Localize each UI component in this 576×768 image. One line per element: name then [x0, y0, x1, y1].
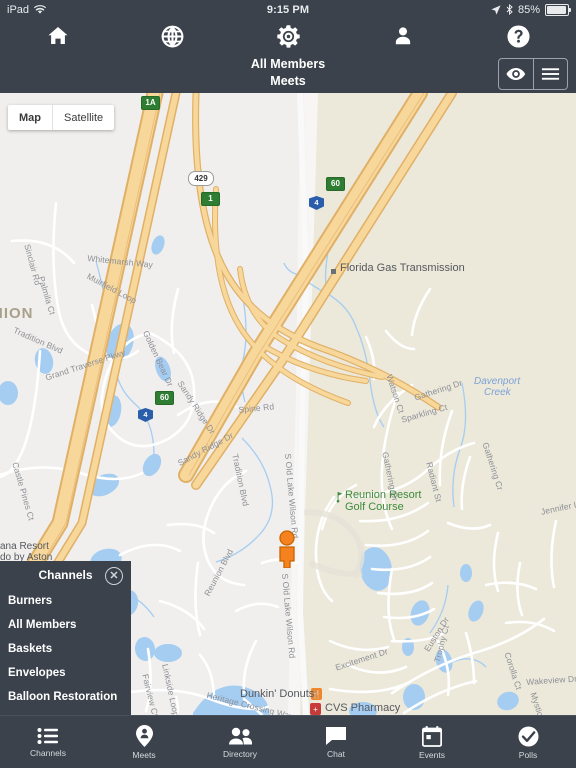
- nav-profile-button[interactable]: [346, 19, 461, 53]
- calendar-icon: [422, 725, 442, 747]
- route-shield-429: 429: [188, 171, 214, 186]
- tab-meets[interactable]: Meets: [96, 716, 192, 768]
- nav-help-button[interactable]: [461, 19, 576, 53]
- people-icon: [228, 727, 252, 744]
- view-toggle-segmented-control: [498, 58, 568, 90]
- tab-label-chat: Chat: [327, 749, 345, 759]
- tab-events[interactable]: Events: [384, 716, 480, 768]
- person-icon: [396, 27, 411, 45]
- pharmacy-icon: +: [310, 703, 321, 715]
- map-type-control: Map Satellite: [8, 105, 115, 130]
- gear-icon: [276, 24, 300, 48]
- channels-panel: Channels ✕ Burners All Members Baskets E…: [0, 561, 131, 715]
- tab-label-polls: Polls: [518, 749, 538, 760]
- nav-web-button[interactable]: [115, 19, 230, 53]
- route-shield-60-north: 60: [326, 177, 345, 191]
- restaurant-icon: 🍴: [311, 688, 322, 700]
- exit-shield-1: 1: [201, 192, 220, 206]
- tab-channels[interactable]: Channels: [0, 716, 96, 768]
- speech-bubble-icon: [326, 727, 346, 745]
- tab-chat[interactable]: Chat: [288, 716, 384, 768]
- visibility-toggle-button[interactable]: [499, 59, 533, 89]
- nav-home-button[interactable]: [0, 19, 115, 53]
- route-shield-60-south: 60: [155, 391, 174, 405]
- channel-item-baskets[interactable]: Baskets: [0, 637, 131, 661]
- page-title-line2: Meets: [270, 74, 306, 88]
- tab-label-meets: Meets: [132, 750, 156, 760]
- map-type-map-button[interactable]: Map: [8, 105, 52, 130]
- list-icon: [37, 728, 58, 744]
- tab-polls[interactable]: Polls: [480, 716, 576, 768]
- bottom-tab-bar: Channels Meets Directory Chat Events Pol…: [0, 715, 576, 768]
- tab-label-directory: Directory: [222, 748, 257, 759]
- check-circle-icon: [518, 726, 538, 746]
- menu-toggle-button[interactable]: [532, 59, 568, 89]
- channel-item-envelopes[interactable]: Envelopes: [0, 661, 131, 685]
- globe-icon: [161, 25, 184, 47]
- battery-icon: [545, 3, 571, 16]
- tab-directory[interactable]: Directory: [192, 716, 288, 768]
- hamburger-icon: [541, 68, 559, 80]
- channels-panel-header: Channels ✕: [0, 561, 131, 589]
- title-bar: All Members Meets: [0, 53, 576, 93]
- battery-percent: 85%: [517, 3, 540, 16]
- location-arrow-icon: [491, 4, 501, 15]
- status-bar: iPad 9:15 PM 85%: [0, 0, 576, 19]
- help-icon: [507, 24, 530, 48]
- channel-item-burners[interactable]: Burners: [0, 589, 131, 613]
- bluetooth-icon: [506, 4, 513, 15]
- channels-panel-title: Channels: [38, 568, 93, 582]
- exit-shield-1a: 1A: [141, 96, 160, 110]
- nav-settings-button[interactable]: [230, 19, 345, 53]
- member-location-marker[interactable]: [275, 530, 299, 568]
- channel-item-all-members[interactable]: All Members: [0, 613, 131, 637]
- tab-label-events: Events: [419, 749, 445, 760]
- eye-icon: [506, 68, 525, 80]
- tab-label-channels: Channels: [30, 748, 66, 758]
- channel-item-balloon-restoration[interactable]: Balloon Restoration: [0, 685, 131, 709]
- top-navigation-bar: [0, 19, 576, 53]
- close-icon[interactable]: ✕: [105, 567, 123, 585]
- golf-icon: [336, 492, 343, 503]
- page-title: All Members Meets: [0, 56, 576, 90]
- page-title-line1: All Members: [250, 57, 326, 71]
- poi-dot-florida-gas: [331, 269, 336, 274]
- map-pin-person-icon: [135, 725, 153, 747]
- status-bar-right: 85%: [491, 3, 571, 16]
- home-icon: [48, 27, 68, 44]
- app-root: iPad 9:15 PM 85% All Members Meets Map S…: [0, 0, 576, 768]
- map-type-satellite-button[interactable]: Satellite: [53, 105, 114, 130]
- status-bar-time: 9:15 PM: [266, 3, 310, 16]
